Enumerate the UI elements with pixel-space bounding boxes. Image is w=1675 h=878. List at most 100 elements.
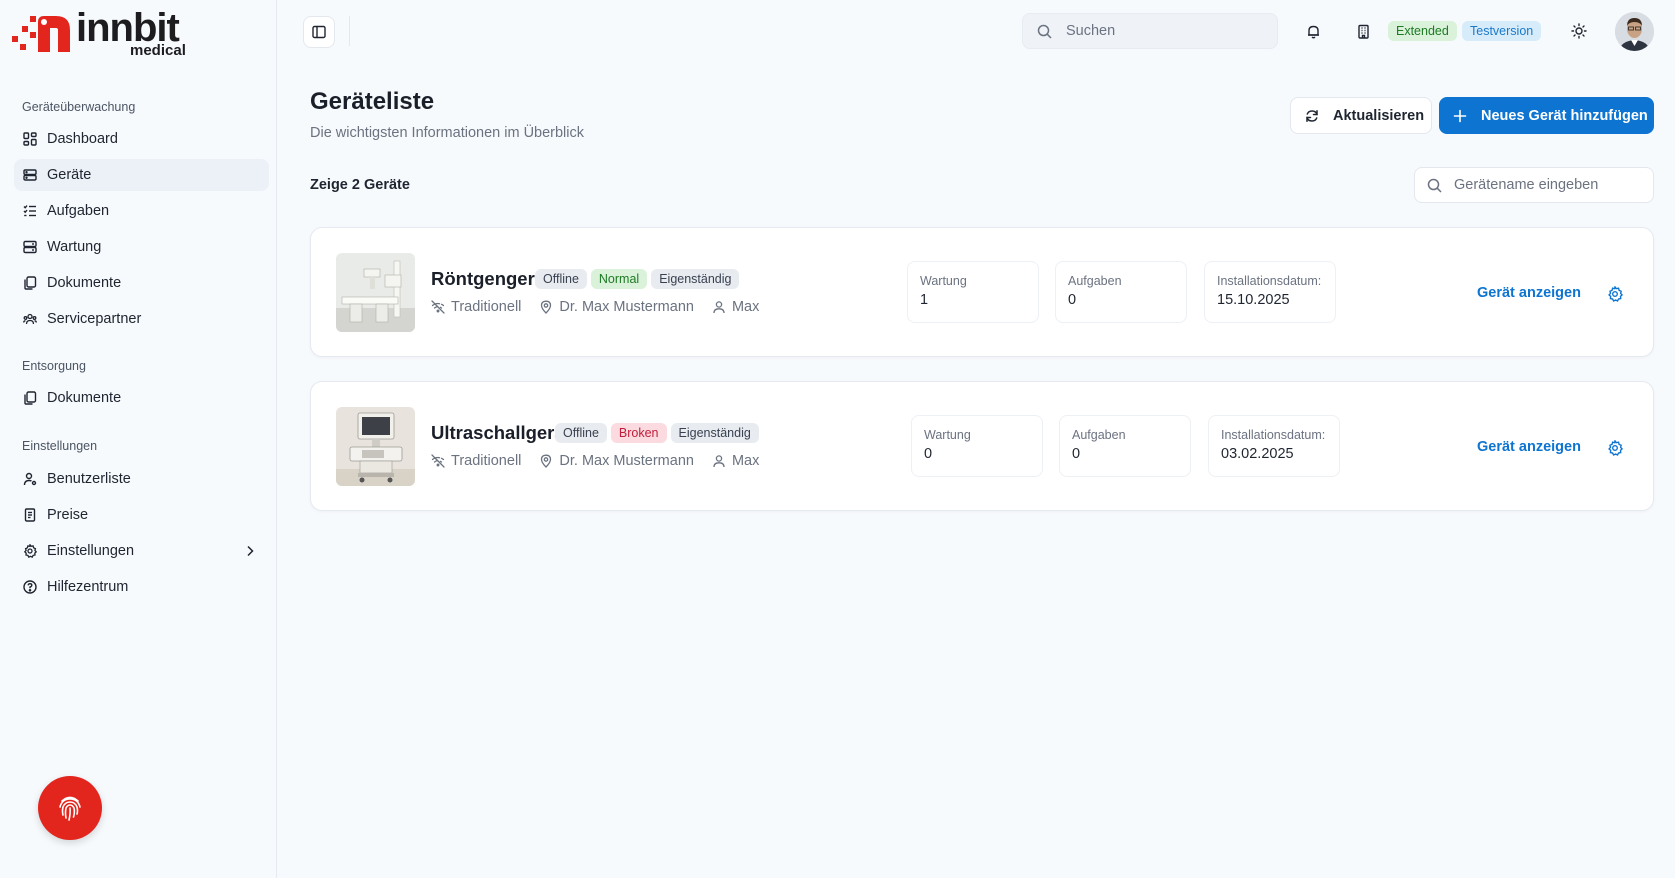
device-status-pills: Offline Normal Eigenständig: [535, 269, 740, 289]
sidebar-item-label: Geräte: [47, 167, 92, 183]
sidebar-item-dokumente[interactable]: Dokumente: [14, 267, 269, 299]
device-owner-label: Max: [731, 299, 760, 315]
refresh-button[interactable]: Aktualisieren: [1290, 97, 1432, 134]
tasks-stat-value: 0: [1072, 446, 1081, 462]
sidebar-item-geraete[interactable]: Geräte: [14, 159, 269, 191]
device-settings-gear-icon[interactable]: [1607, 440, 1623, 456]
device-count-label: Zeige 2 Geräte: [310, 177, 410, 193]
building-icon[interactable]: [1354, 22, 1372, 40]
device-card: Ultraschallgerät Offline Broken Eigenstä…: [310, 381, 1654, 511]
documents-icon: [23, 391, 37, 405]
device-status-pills: Offline Broken Eigenständig: [555, 423, 759, 443]
tasks-stat-value: 0: [1068, 292, 1077, 308]
device-location-label: Dr. Max Mustermann: [559, 453, 694, 469]
sidebar-item-einstellungen[interactable]: Einstellungen: [14, 535, 269, 567]
view-device-link[interactable]: Gerät anzeigen: [1477, 285, 1581, 301]
notifications-bell-icon[interactable]: [1304, 22, 1322, 40]
device-filter[interactable]: [1414, 167, 1654, 203]
sidebar-toggle-icon: [312, 25, 326, 39]
device-name-filter-input[interactable]: [1454, 177, 1644, 193]
wifi-off-icon: [431, 454, 445, 468]
partners-icon: [23, 312, 37, 326]
maintenance-stat: Wartung 1: [907, 261, 1039, 323]
maintenance-stat-value: 0: [924, 446, 933, 462]
device-name[interactable]: Röntgengerät: [431, 268, 551, 290]
maintenance-icon: [23, 240, 37, 254]
sidebar-item-benutzerliste[interactable]: Benutzerliste: [14, 463, 269, 495]
ownership-badge: Eigenständig: [651, 269, 740, 289]
sidebar-item-entsorgung-dokumente[interactable]: Dokumente: [14, 382, 269, 414]
settings-icon: [23, 544, 37, 558]
plan-badge-extended: Extended: [1388, 21, 1457, 41]
maintenance-stat: Wartung 0: [911, 415, 1043, 477]
logo-subtitle: medical: [130, 42, 186, 59]
refresh-icon: [1306, 109, 1318, 122]
device-image-xray: [336, 253, 415, 332]
sidebar-toggle-button[interactable]: [303, 16, 335, 48]
add-device-label: Neues Gerät hinzufügen: [1481, 107, 1648, 124]
documents-icon: [23, 276, 37, 290]
page-subtitle: Die wichtigsten Informationen im Überbli…: [310, 125, 584, 141]
sidebar-item-label: Preise: [47, 507, 89, 523]
sidebar-item-dashboard[interactable]: Dashboard: [14, 123, 269, 155]
user-icon: [713, 301, 725, 314]
condition-badge-normal: Normal: [590, 269, 648, 289]
user-avatar[interactable]: [1615, 12, 1654, 51]
sidebar-item-wartung[interactable]: Wartung: [14, 231, 269, 263]
device-type-label: Traditionell: [451, 453, 522, 469]
status-badge-offline: Offline: [555, 423, 607, 443]
device-type: Traditionell: [431, 299, 521, 315]
install-date-value: 15.10.2025: [1217, 292, 1290, 308]
section-geraeteueberwachung: Geräteüberwachung: [22, 100, 136, 114]
status-badge-offline: Offline: [535, 269, 587, 289]
chevron-right-icon: [247, 545, 254, 557]
sidebar-item-label: Hilfezentrum: [47, 579, 129, 595]
location-pin-icon: [541, 454, 552, 468]
maintenance-stat-value: 1: [920, 292, 929, 308]
tasks-stat-label: Aufgaben: [1068, 274, 1122, 288]
sidebar-item-servicepartner[interactable]: Servicepartner: [14, 303, 269, 335]
sidebar-item-label: Dokumente: [47, 275, 122, 291]
tasks-stat: Aufgaben 0: [1059, 415, 1191, 477]
view-device-link[interactable]: Gerät anzeigen: [1477, 439, 1581, 455]
dashboard-icon: [23, 132, 37, 146]
sidebar-item-aufgaben[interactable]: Aufgaben: [14, 195, 269, 227]
global-search[interactable]: [1022, 13, 1278, 49]
theme-toggle-sun-icon[interactable]: [1570, 22, 1588, 40]
search-input[interactable]: [1066, 23, 1266, 39]
fingerprint-button[interactable]: [38, 776, 102, 840]
section-einstellungen: Einstellungen: [22, 439, 98, 453]
condition-badge-broken: Broken: [610, 423, 667, 443]
sidebar-item-hilfezentrum[interactable]: Hilfezentrum: [14, 571, 269, 603]
page-title: Geräteliste: [310, 88, 435, 115]
device-owner: Max: [712, 453, 759, 469]
device-card: Röntgengerät Offline Normal Eigenständig…: [310, 227, 1654, 357]
device-meta: Traditionell Dr. Max Mustermann Max: [431, 453, 777, 469]
tasks-stat-label: Aufgaben: [1072, 428, 1126, 442]
sidebar-item-label: Einstellungen: [47, 543, 135, 559]
device-owner: Max: [712, 299, 759, 315]
device-name[interactable]: Ultraschallgerät: [431, 422, 571, 444]
device-settings-gear-icon[interactable]: [1607, 286, 1623, 302]
sidebar-item-label: Wartung: [47, 239, 102, 255]
sidebar: innbit medical Geräteüberwachung Dashboa…: [0, 0, 277, 878]
tasks-icon: [23, 204, 37, 218]
innbit-logo[interactable]: innbit medical: [12, 6, 202, 60]
device-location: Dr. Max Mustermann: [539, 453, 694, 469]
add-device-button[interactable]: Neues Gerät hinzufügen: [1439, 97, 1654, 134]
install-date-stat: Installationsdatum: 03.02.2025: [1208, 415, 1340, 477]
maintenance-stat-label: Wartung: [920, 274, 967, 288]
refresh-label: Aktualisieren: [1333, 107, 1425, 124]
devices-icon: [23, 168, 37, 182]
install-date-stat: Installationsdatum: 15.10.2025: [1204, 261, 1336, 323]
plan-badge-testversion: Testversion: [1462, 21, 1542, 41]
sidebar-item-label: Aufgaben: [47, 203, 110, 219]
sidebar-item-label: Dashboard: [47, 131, 118, 147]
sidebar-item-label: Servicepartner: [47, 311, 142, 327]
install-date-value: 03.02.2025: [1221, 446, 1294, 462]
plus-icon: [1453, 109, 1467, 122]
sidebar-item-preise[interactable]: Preise: [14, 499, 269, 531]
help-icon: [23, 580, 37, 594]
install-date-label: Installationsdatum:: [1217, 274, 1322, 288]
sidebar-item-label: Dokumente: [47, 390, 122, 406]
